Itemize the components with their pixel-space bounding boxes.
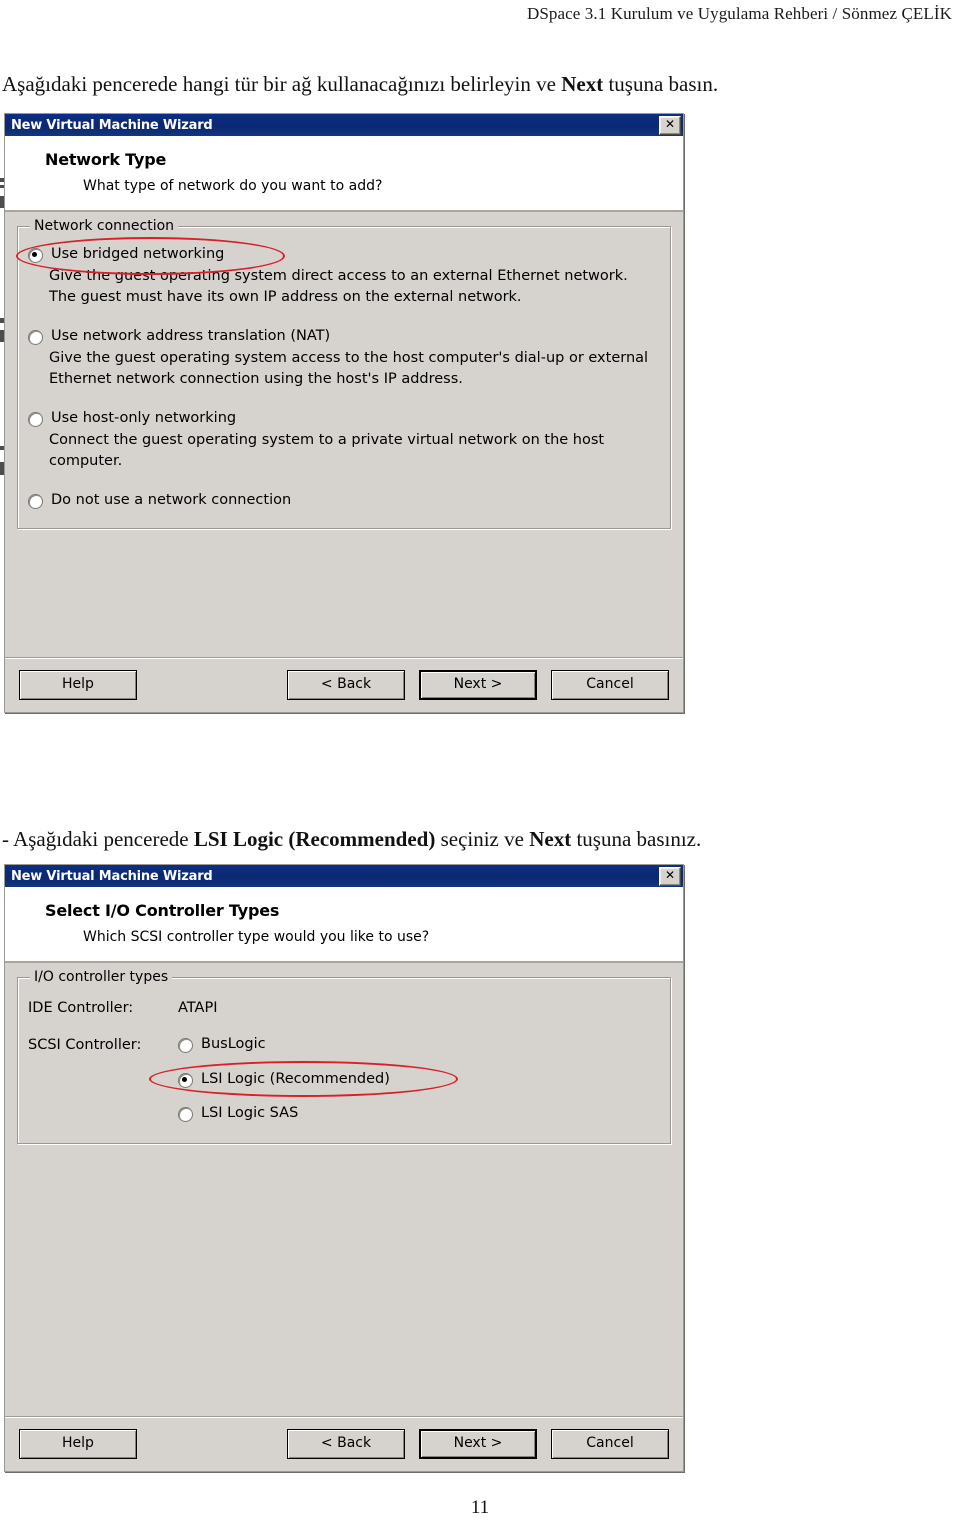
instruction-2-bold-a: LSI Logic (Recommended) bbox=[193, 827, 436, 851]
cancel-button[interactable]: Cancel bbox=[551, 670, 669, 700]
titlebar: New Virtual Machine Wizard ✕ bbox=[5, 114, 683, 136]
radio-option-none[interactable]: Do not use a network connection bbox=[28, 491, 660, 510]
radio-label: Do not use a network connection bbox=[51, 492, 292, 508]
radio-label: Use network address translation (NAT) bbox=[51, 328, 331, 344]
new-virtual-machine-wizard-network-dialog: New Virtual Machine Wizard ✕ Network Typ… bbox=[4, 113, 684, 713]
radio-label: LSI Logic (Recommended) bbox=[201, 1071, 390, 1087]
radio-option-nat[interactable]: Use network address translation (NAT) bbox=[28, 327, 660, 346]
radio-indicator[interactable] bbox=[178, 1073, 193, 1088]
banner-subtitle: What type of network do you want to add? bbox=[83, 178, 383, 194]
radio-label: LSI Logic SAS bbox=[201, 1105, 299, 1121]
instruction-paragraph-1: Aşağıdaki pencerede hangi tür bir ağ kul… bbox=[2, 72, 718, 97]
next-button[interactable]: Next > bbox=[419, 1429, 537, 1459]
titlebar: New Virtual Machine Wizard ✕ bbox=[5, 865, 683, 887]
network-connection-groupbox: Network connection Use bridged networkin… bbox=[16, 218, 671, 529]
radio-indicator[interactable] bbox=[28, 330, 43, 345]
radio-indicator[interactable] bbox=[28, 248, 43, 263]
help-button[interactable]: Help bbox=[19, 670, 137, 700]
wizard-banner: Select I/O Controller Types Which SCSI c… bbox=[5, 887, 683, 963]
option-description: Give the guest operating system access t… bbox=[49, 350, 649, 387]
radio-indicator[interactable] bbox=[28, 412, 43, 427]
instruction-2-text-a: - Aşağıdaki pencerede bbox=[2, 827, 194, 851]
ide-controller-row: IDE Controller: ATAPI bbox=[28, 998, 660, 1018]
scsi-controller-label: SCSI Controller: bbox=[28, 1037, 142, 1053]
instruction-2-text-b: seçiniz ve bbox=[435, 827, 530, 851]
instruction-1-text-a: Aşağıdaki pencerede hangi tür bir ağ kul… bbox=[2, 72, 562, 96]
radio-indicator[interactable] bbox=[178, 1038, 193, 1053]
radio-label: Use bridged networking bbox=[51, 246, 225, 262]
back-button[interactable]: < Back bbox=[287, 670, 405, 700]
radio-option-bridged[interactable]: Use bridged networking bbox=[16, 237, 660, 275]
option-description: Give the guest operating system direct a… bbox=[49, 268, 628, 305]
new-virtual-machine-wizard-io-dialog: New Virtual Machine Wizard ✕ Select I/O … bbox=[4, 864, 684, 1472]
page-number: 11 bbox=[470, 1497, 490, 1518]
dialog-body: Network connection Use bridged networkin… bbox=[5, 212, 683, 529]
dialog-body: I/O controller types IDE Controller: ATA… bbox=[5, 963, 683, 1144]
radio-indicator[interactable] bbox=[28, 494, 43, 509]
cancel-button[interactable]: Cancel bbox=[551, 1429, 669, 1459]
ide-controller-value: ATAPI bbox=[178, 1000, 218, 1016]
window-title: New Virtual Machine Wizard bbox=[11, 117, 213, 133]
help-button[interactable]: Help bbox=[19, 1429, 137, 1459]
window-title: New Virtual Machine Wizard bbox=[11, 868, 213, 884]
scsi-controller-row-lsilogicsas[interactable]: LSI Logic SAS bbox=[178, 1104, 660, 1123]
scsi-controller-row-buslogic[interactable]: SCSI Controller: BusLogic bbox=[28, 1035, 660, 1055]
instruction-1-text-b: tuşuna basın. bbox=[603, 72, 719, 96]
running-header: DSpace 3.1 Kurulum ve Uygulama Rehberi /… bbox=[526, 4, 952, 23]
instruction-2-text-c: tuşuna basınız. bbox=[571, 827, 702, 851]
back-button[interactable]: < Back bbox=[287, 1429, 405, 1459]
radio-label: BusLogic bbox=[201, 1036, 266, 1052]
radio-label: Use host-only networking bbox=[51, 410, 237, 426]
close-icon[interactable]: ✕ bbox=[659, 115, 681, 135]
instruction-1-bold: Next bbox=[561, 72, 604, 96]
banner-title: Select I/O Controller Types bbox=[45, 901, 280, 920]
groupbox-legend: Network connection bbox=[30, 218, 179, 234]
option-description: Connect the guest operating system to a … bbox=[49, 432, 605, 469]
io-controller-types-groupbox: I/O controller types IDE Controller: ATA… bbox=[17, 969, 671, 1144]
close-icon[interactable]: ✕ bbox=[659, 866, 681, 886]
dialog-button-bar: Help < Back Next > Cancel bbox=[5, 1416, 683, 1471]
instruction-2-bold-b: Next bbox=[529, 827, 572, 851]
groupbox-legend: I/O controller types bbox=[30, 969, 173, 985]
dialog-button-bar: Help < Back Next > Cancel bbox=[5, 657, 683, 712]
radio-indicator[interactable] bbox=[178, 1107, 193, 1122]
next-button[interactable]: Next > bbox=[419, 670, 537, 700]
scsi-controller-row-lsilogic[interactable]: LSI Logic (Recommended) bbox=[149, 1061, 660, 1097]
banner-title: Network Type bbox=[45, 150, 167, 169]
radio-option-host-only[interactable]: Use host-only networking bbox=[28, 409, 660, 428]
banner-subtitle: Which SCSI controller type would you lik… bbox=[83, 929, 430, 945]
instruction-paragraph-2: - Aşağıdaki pencerede LSI Logic (Recomme… bbox=[2, 827, 701, 852]
ide-controller-label: IDE Controller: bbox=[28, 1000, 134, 1016]
wizard-banner: Network Type What type of network do you… bbox=[5, 136, 683, 212]
